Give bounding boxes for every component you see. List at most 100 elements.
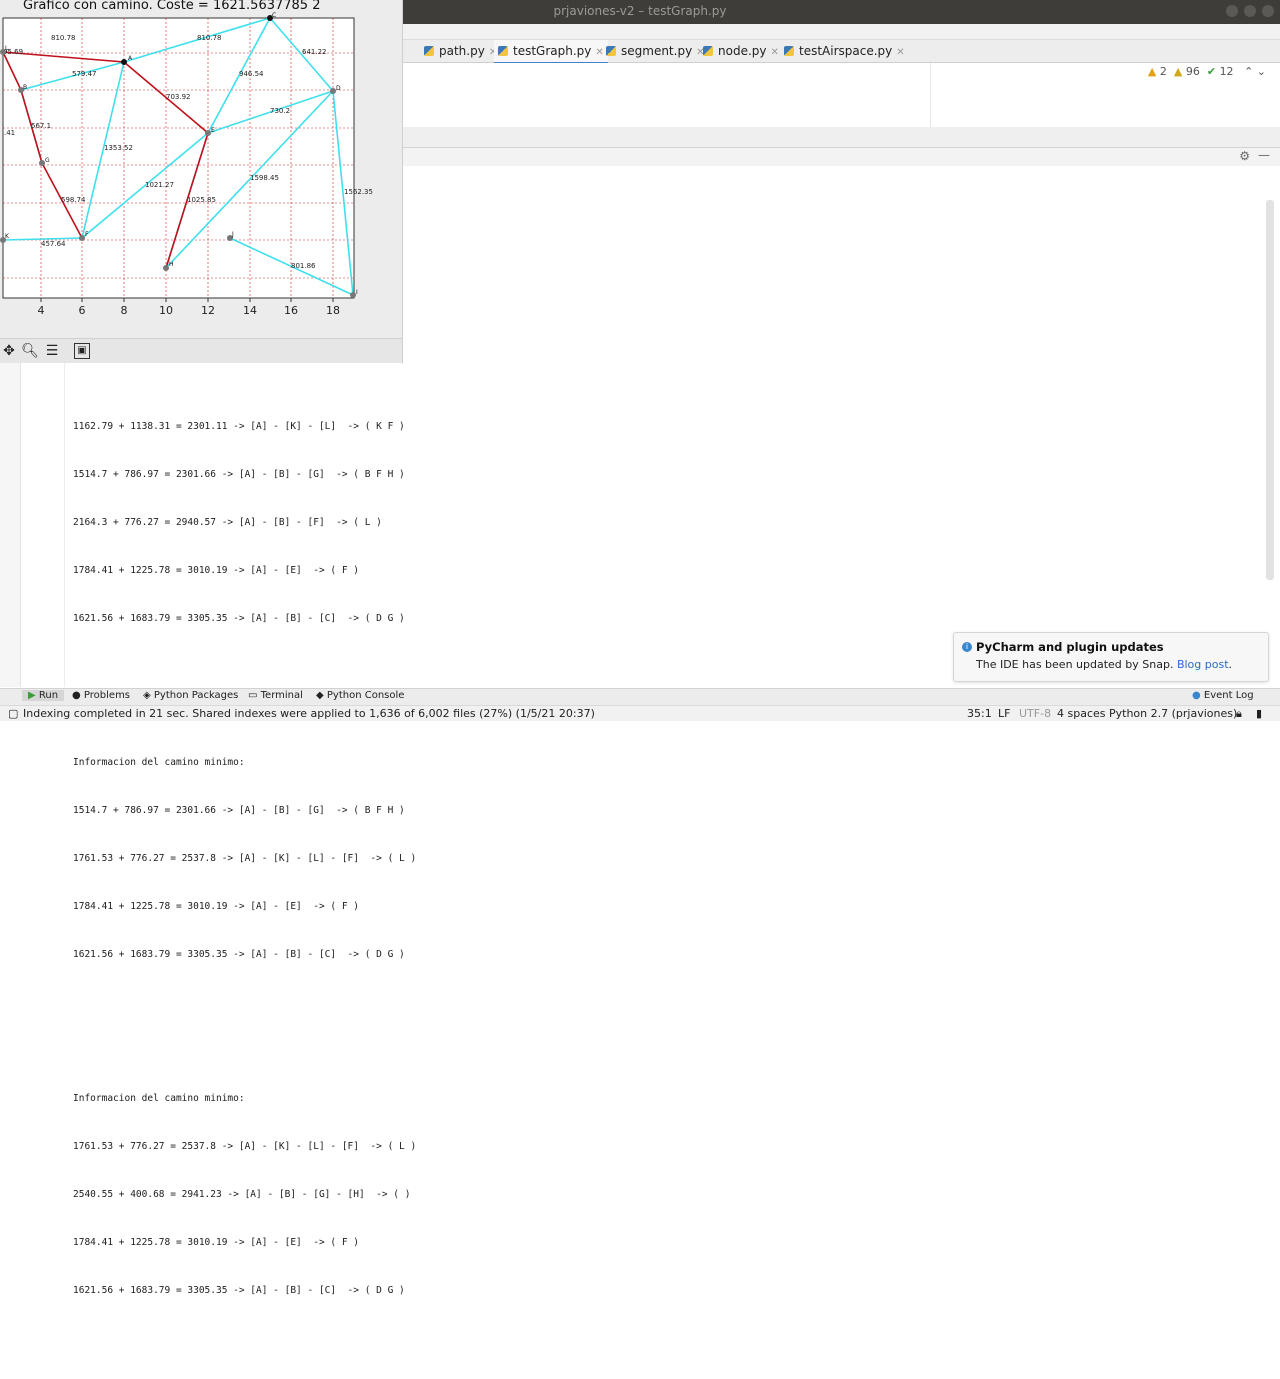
event-log-tool-button[interactable]: ● Event Log: [1192, 690, 1254, 701]
tab-testairspace[interactable]: testAirspace.py ✕: [784, 40, 905, 62]
x-tick-label: 10: [159, 304, 173, 317]
console-line: 1621.56 + 1683.79 = 3305.35 -> [A] - [B]…: [73, 613, 405, 624]
run-icon: ▶: [28, 690, 36, 701]
problems-tool-button[interactable]: ● Problems: [72, 690, 130, 701]
console-header: Informacion del camino minimo:: [73, 1093, 245, 1104]
run-panel-header: ⚙ —: [403, 148, 1280, 166]
python-packages-tool-button[interactable]: ◈ Python Packages: [143, 690, 238, 701]
status-layout-icon[interactable]: ▢: [8, 707, 18, 720]
x-tick-label: 8: [121, 304, 128, 317]
tab-path[interactable]: path.py✕: [424, 40, 497, 62]
x-tick-label: 16: [284, 304, 298, 317]
console-line: 1621.56 + 1683.79 = 3305.35 -> [A] - [B]…: [73, 949, 405, 960]
python-file-icon: [498, 46, 508, 56]
inspection-widget[interactable]: ▲ 2 ▲ 96 ✔ 12 ⌃ ⌄: [1148, 65, 1266, 78]
run-toolstrip-secondary: [20, 348, 65, 687]
event-log-icon: ●: [1192, 690, 1201, 701]
edge-weight-label: 579.47: [72, 70, 97, 78]
warning-icon: ▲: [1147, 65, 1157, 78]
plot-window[interactable]: 95.69 810.78 810.78 641.22 579.47 946.54 703.9…: [0, 0, 403, 363]
update-notification[interactable]: i PyCharm and plugin updates The IDE has…: [953, 632, 1269, 682]
run-console-output: 1162.79 + 1138.31 = 2301.11 -> [A] - [K]…: [73, 355, 773, 1379]
chevron-down-icon[interactable]: ⌄: [1257, 65, 1266, 78]
zoom-icon[interactable]: 🔍︎: [21, 342, 39, 360]
console-line: 1784.41 + 1225.78 = 3010.19 -> [A] - [E]…: [73, 1237, 359, 1248]
pan-icon[interactable]: ✥: [0, 342, 18, 360]
console-scrollbar[interactable]: [1266, 200, 1274, 580]
node-label: C: [272, 12, 276, 19]
console-block: 1162.79 + 1138.31 = 2301.11 -> [A] - [K]…: [73, 387, 773, 659]
x-tick-label: 6: [79, 304, 86, 317]
console-line: 1784.41 + 1225.78 = 3010.19 -> [A] - [E]…: [73, 565, 359, 576]
line-separator[interactable]: LF: [998, 707, 1010, 720]
minimize-button[interactable]: [1226, 5, 1238, 17]
notification-body: The IDE has been updated by Snap. Blog p…: [976, 658, 1233, 671]
status-message[interactable]: Indexing completed in 21 sec. Shared ind…: [23, 707, 595, 720]
python-file-icon: [784, 46, 794, 56]
python-interpreter[interactable]: Python 2.7 (prjaviones): [1109, 707, 1237, 720]
x-tick-label: 12: [201, 304, 215, 317]
edge-weight-label: .41: [4, 129, 15, 137]
edge-weight-label: 1021.27: [145, 181, 174, 189]
console-line: 1761.53 + 776.27 = 2537.8 -> [A] - [K] -…: [73, 1141, 417, 1152]
close-button[interactable]: [1262, 5, 1274, 17]
tab-testgraph[interactable]: testGraph.py ✕: [494, 40, 608, 65]
terminal-icon: ▭: [248, 690, 258, 701]
edge-weight-label: 730.2: [270, 107, 290, 115]
edge-weight-label: 810.78: [51, 34, 76, 42]
edge-weight-label: 1025.85: [187, 196, 216, 204]
tab-node[interactable]: node.py ✕: [703, 40, 779, 62]
weak-warning-icon: ▲: [1173, 65, 1183, 78]
console-header: Informacion del camino minimo:: [73, 757, 245, 768]
problems-icon: ●: [72, 690, 81, 701]
run-tool-button[interactable]: ▶ Run: [22, 690, 65, 701]
status-bar: ▢ Indexing completed in 21 sec. Shared i…: [0, 705, 1280, 721]
x-tick-label: 14: [243, 304, 257, 317]
console-line: 1514.7 + 786.97 = 2301.66 -> [A] - [B] -…: [73, 805, 405, 816]
tab-segment[interactable]: segment.py ✕: [606, 40, 705, 62]
console-line: 2164.3 + 776.27 = 2940.57 -> [A] - [B] -…: [73, 517, 382, 528]
close-tab-icon[interactable]: ✕: [595, 47, 603, 58]
edge-weight-label: 1562.35: [344, 188, 373, 196]
console-line: 2540.55 + 400.68 = 2941.23 -> [A] - [B] …: [73, 1189, 411, 1200]
console-line: 1784.41 + 1225.78 = 3010.19 -> [A] - [E]…: [73, 901, 359, 912]
gear-icon[interactable]: ⚙: [1239, 149, 1250, 163]
right-margin-guide: [930, 63, 931, 127]
check-icon: ✔: [1206, 65, 1217, 78]
python-console-tool-button[interactable]: ◆ Python Console: [316, 690, 404, 701]
edge-weight-label: 457.64: [41, 240, 66, 248]
indent-setting[interactable]: 4 spaces: [1057, 707, 1106, 720]
hide-panel-icon[interactable]: —: [1258, 148, 1270, 162]
info-icon: i: [962, 642, 972, 652]
python-file-icon: [703, 46, 713, 56]
file-encoding[interactable]: UTF-8: [1019, 707, 1051, 720]
chevron-up-icon[interactable]: ⌃: [1244, 65, 1253, 78]
edge-weight-label: 801.86: [291, 262, 316, 270]
console-line: 1621.56 + 1683.79 = 3305.35 -> [A] - [B]…: [73, 1285, 405, 1296]
graph-plot: 95.69810.78 810.78641.22579.47 946.54703.9…: [0, 12, 373, 317]
maximize-button[interactable]: [1244, 5, 1256, 17]
plot-title: Grafico con camino. Coste = 1621.5637785…: [23, 0, 321, 13]
configure-subplots-icon[interactable]: ☰: [43, 342, 61, 360]
edge-weight-label: 567.1: [31, 122, 51, 130]
code-editor[interactable]: ▲ 2 ▲ 96 ✔ 12 ⌃ ⌄: [403, 63, 1280, 127]
terminal-tool-button[interactable]: ▭ Terminal: [248, 690, 303, 701]
plot-toolbar: ✥ 🔍︎ ☰ ▣: [0, 338, 402, 363]
console-line: 1162.79 + 1138.31 = 2301.11 -> [A] - [K]…: [73, 421, 405, 432]
memory-icon[interactable]: ▮: [1256, 707, 1262, 720]
lock-icon[interactable]: 🔒︎: [1236, 707, 1242, 721]
node-label: J: [231, 231, 234, 238]
caret-position[interactable]: 35:1: [967, 707, 992, 720]
close-tab-icon[interactable]: ✕: [770, 47, 778, 58]
x-tick-label: 18: [326, 304, 340, 317]
close-tab-icon[interactable]: ✕: [896, 47, 904, 58]
node-label: D: [336, 85, 341, 92]
graph-node: [121, 59, 127, 65]
blog-post-link[interactable]: Blog post: [1177, 658, 1229, 671]
save-icon[interactable]: ▣: [74, 343, 90, 359]
console-block: Informacion del camino minimo: 1514.7 + …: [73, 723, 773, 995]
node-label: G: [45, 157, 50, 164]
console-block: Informacion del camino minimo: 1761.53 +…: [73, 1059, 773, 1331]
node-label: F: [85, 231, 89, 238]
python-file-icon: [424, 46, 434, 56]
